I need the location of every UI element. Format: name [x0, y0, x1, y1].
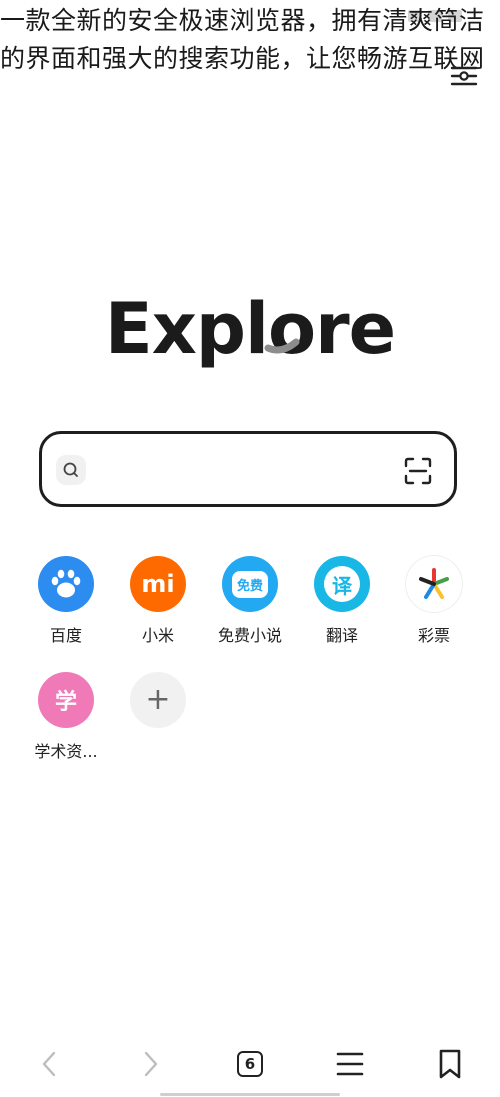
forward-icon[interactable]	[130, 1044, 170, 1084]
shortcut-free-novel[interactable]: 免费 免费小说	[204, 556, 296, 646]
shortcut-add[interactable]: +	[112, 672, 204, 738]
overlay-caption: 一款全新的安全极速浏览器，拥有清爽简洁的界面和强大的搜索功能，让您畅游互联网	[0, 6, 485, 73]
tabs-count-box: 6	[237, 1051, 263, 1077]
shortcut-xiaomi[interactable]: mi 小米	[112, 556, 204, 646]
bottom-nav-bar: 6	[0, 1030, 500, 1097]
shortcut-label: 学术资...	[34, 742, 98, 761]
logo-accent-mark	[264, 338, 300, 354]
search-box[interactable]	[39, 431, 457, 507]
shortcut-lottery[interactable]: 彩票	[388, 556, 480, 646]
shortcut-label: 免费小说	[217, 626, 282, 645]
baidu-paw-icon	[38, 556, 94, 612]
shortcut-translate[interactable]: 译 翻译	[296, 556, 388, 646]
explore-logo: Explore	[104, 288, 396, 370]
academic-icon-text: 学	[54, 690, 77, 715]
back-icon[interactable]	[30, 1044, 70, 1084]
translate-icon: 译	[314, 556, 370, 612]
bookmark-icon[interactable]	[430, 1044, 470, 1084]
lottery-icon	[406, 556, 462, 612]
search-icon	[56, 455, 86, 485]
translate-icon-text: 译	[332, 573, 352, 598]
add-icon-glyph: +	[145, 682, 171, 717]
free-novel-icon: 免费	[222, 556, 278, 612]
shortcut-academic[interactable]: 学 学术资...	[20, 672, 112, 762]
shortcut-label: 翻译	[325, 626, 358, 645]
free-novel-icon-text: 免费	[236, 578, 263, 594]
shortcut-label: 百度	[49, 626, 82, 645]
shortcut-label: 小米	[141, 626, 174, 645]
academic-icon: 学	[38, 672, 94, 728]
shortcut-baidu[interactable]: 百度	[20, 556, 112, 646]
tabs-button[interactable]: 6	[230, 1044, 270, 1084]
add-icon: +	[130, 672, 186, 728]
scan-icon[interactable]	[404, 457, 432, 485]
home-indicator	[160, 1093, 340, 1096]
search-input[interactable]	[98, 454, 382, 488]
tabs-count: 6	[244, 1054, 256, 1073]
xiaomi-mi-text: mi	[141, 570, 175, 598]
menu-icon[interactable]	[330, 1044, 370, 1084]
shortcut-label: 彩票	[417, 626, 450, 645]
menu-settings-icon[interactable]	[450, 62, 478, 90]
xiaomi-mi-icon: mi	[130, 556, 186, 612]
